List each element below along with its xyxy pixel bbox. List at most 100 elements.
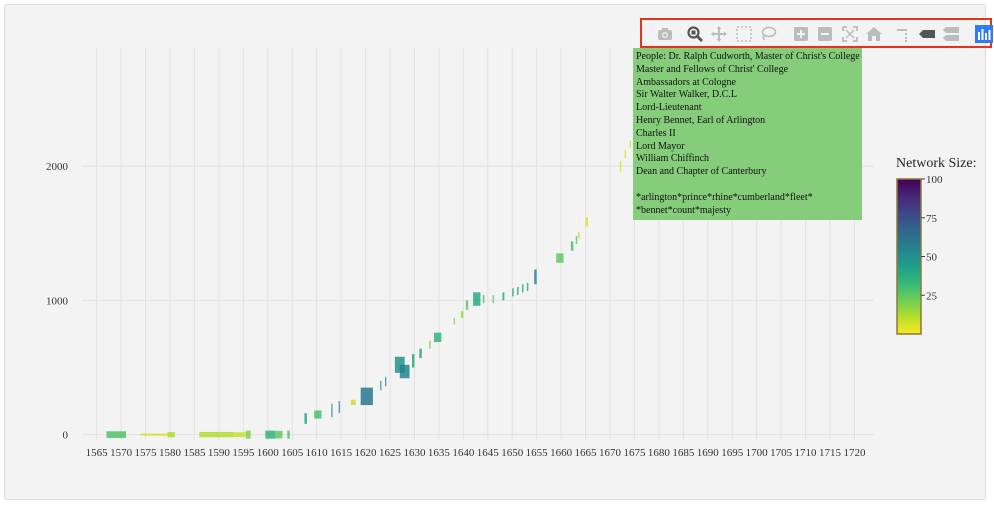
- zoom-icon[interactable]: [686, 25, 704, 43]
- x-tick-label: 1685: [672, 447, 695, 459]
- x-tick-label: 1715: [819, 447, 842, 459]
- data-segment[interactable]: [304, 413, 307, 424]
- data-segment[interactable]: [482, 295, 485, 304]
- hover-tooltip: People: Dr. Ralph Cudworth, Master of Ch…: [633, 48, 862, 220]
- data-segment[interactable]: [380, 380, 382, 391]
- data-segment[interactable]: [526, 282, 529, 291]
- data-segment[interactable]: [512, 288, 514, 297]
- data-segment[interactable]: [556, 253, 564, 263]
- data-segment[interactable]: [287, 430, 290, 439]
- data-segment[interactable]: [245, 430, 251, 439]
- data-segment[interactable]: [502, 292, 505, 301]
- data-segment[interactable]: [331, 403, 333, 418]
- data-segments[interactable]: [106, 123, 638, 439]
- colorbar-tick-label: 50: [926, 252, 938, 264]
- data-segment[interactable]: [167, 431, 175, 438]
- box-select-icon[interactable]: [735, 25, 753, 43]
- x-tick-label: 1610: [306, 447, 329, 459]
- data-segment[interactable]: [575, 235, 578, 244]
- hover-line: Master and Fellows of Christ' College: [636, 63, 789, 75]
- data-segment[interactable]: [265, 430, 276, 439]
- spike-lines-icon[interactable]: [893, 25, 911, 43]
- x-tick-label: 1595: [232, 447, 255, 459]
- data-segment[interactable]: [534, 269, 537, 285]
- x-tick-label: 1690: [697, 447, 720, 459]
- data-segment[interactable]: [629, 140, 632, 148]
- x-tick-label: 1655: [526, 447, 549, 459]
- data-segment[interactable]: [434, 332, 442, 342]
- hover-closest-icon[interactable]: [918, 25, 936, 43]
- y-tick-label: 1000: [46, 295, 69, 307]
- hover-line: People: Dr. Ralph Cudworth, Master of Ch…: [636, 51, 860, 62]
- hover-line: Henry Bennet, Earl of Arlington: [636, 114, 766, 126]
- y-tick-label: 0: [63, 430, 69, 442]
- x-tick-label: 1635: [428, 447, 451, 459]
- data-segment[interactable]: [570, 241, 574, 251]
- data-segment[interactable]: [585, 217, 588, 227]
- lasso-icon[interactable]: [759, 25, 777, 43]
- hover-line: Charles II: [636, 127, 676, 139]
- colorbar-title: Network Size:: [896, 156, 977, 171]
- colorbar-tick-label: 100: [926, 174, 943, 186]
- data-segment[interactable]: [350, 399, 356, 406]
- data-segment[interactable]: [578, 231, 580, 239]
- data-segment[interactable]: [385, 376, 387, 387]
- x-tick-label: 1630: [403, 447, 426, 459]
- data-segment[interactable]: [360, 387, 373, 406]
- colorbar-tick-label: 75: [926, 213, 938, 225]
- data-segment[interactable]: [492, 295, 494, 304]
- data-segment[interactable]: [275, 430, 283, 439]
- plotly-logo-icon[interactable]: [975, 25, 993, 43]
- colorbar-gradient: [896, 178, 922, 335]
- camera-icon[interactable]: [656, 25, 674, 43]
- data-segment[interactable]: [412, 354, 415, 368]
- x-tick-label: 1600: [257, 447, 280, 459]
- zoom-out-icon[interactable]: [816, 25, 834, 43]
- hover-line: *bennet*count*majesty: [636, 204, 731, 216]
- x-tick-label: 1620: [355, 447, 378, 459]
- data-segment[interactable]: [619, 160, 622, 172]
- pan-icon[interactable]: [710, 25, 728, 43]
- data-segment[interactable]: [399, 364, 410, 379]
- data-segment[interactable]: [140, 433, 170, 436]
- hover-line: *arlington*prince*rhine*cumberland*fleet…: [636, 191, 813, 203]
- x-tick-label: 1580: [159, 447, 182, 459]
- x-tick-label: 1670: [599, 447, 622, 459]
- data-segment[interactable]: [314, 410, 322, 419]
- x-axis-ticks: 1565 1570 1575 1580 1585 1590 1595 1600 1605 1610…: [86, 447, 866, 459]
- x-tick-label: 1605: [281, 447, 304, 459]
- hover-line: Dean and Chapter of Canterbury: [636, 166, 767, 178]
- data-segment[interactable]: [106, 431, 126, 438]
- data-segment[interactable]: [473, 292, 481, 306]
- data-segment[interactable]: [465, 300, 469, 310]
- x-tick-label: 1615: [330, 447, 353, 459]
- data-segment[interactable]: [517, 286, 519, 296]
- data-segment[interactable]: [453, 317, 456, 325]
- autoscale-icon[interactable]: [841, 25, 859, 43]
- data-segment[interactable]: [419, 348, 422, 359]
- x-tick-label: 1585: [183, 447, 206, 459]
- x-tick-label: 1680: [648, 447, 671, 459]
- data-segment[interactable]: [199, 431, 234, 438]
- x-tick-label: 1640: [452, 447, 475, 459]
- data-segment[interactable]: [624, 150, 627, 159]
- x-tick-label: 1590: [208, 447, 231, 459]
- x-tick-label: 1570: [110, 447, 133, 459]
- hover-line: William Chiffinch: [636, 153, 710, 165]
- x-tick-label: 1645: [477, 447, 500, 459]
- data-segment[interactable]: [338, 401, 340, 414]
- x-tick-label: 1710: [795, 447, 818, 459]
- reset-axes-icon[interactable]: [865, 25, 883, 43]
- x-tick-label: 1660: [550, 447, 573, 459]
- modebar: [640, 18, 993, 48]
- data-segment[interactable]: [233, 432, 246, 438]
- zoom-in-icon[interactable]: [792, 25, 810, 43]
- x-tick-label: 1665: [575, 447, 598, 459]
- x-tick-label: 1675: [623, 447, 646, 459]
- data-segment[interactable]: [429, 340, 431, 349]
- data-segment[interactable]: [460, 311, 464, 318]
- hover-line: Ambassadors at Cologne: [636, 76, 736, 88]
- data-segment[interactable]: [522, 284, 524, 293]
- hover-compare-icon[interactable]: [942, 25, 960, 43]
- hover-line: Lord-Lieutenant: [636, 102, 702, 114]
